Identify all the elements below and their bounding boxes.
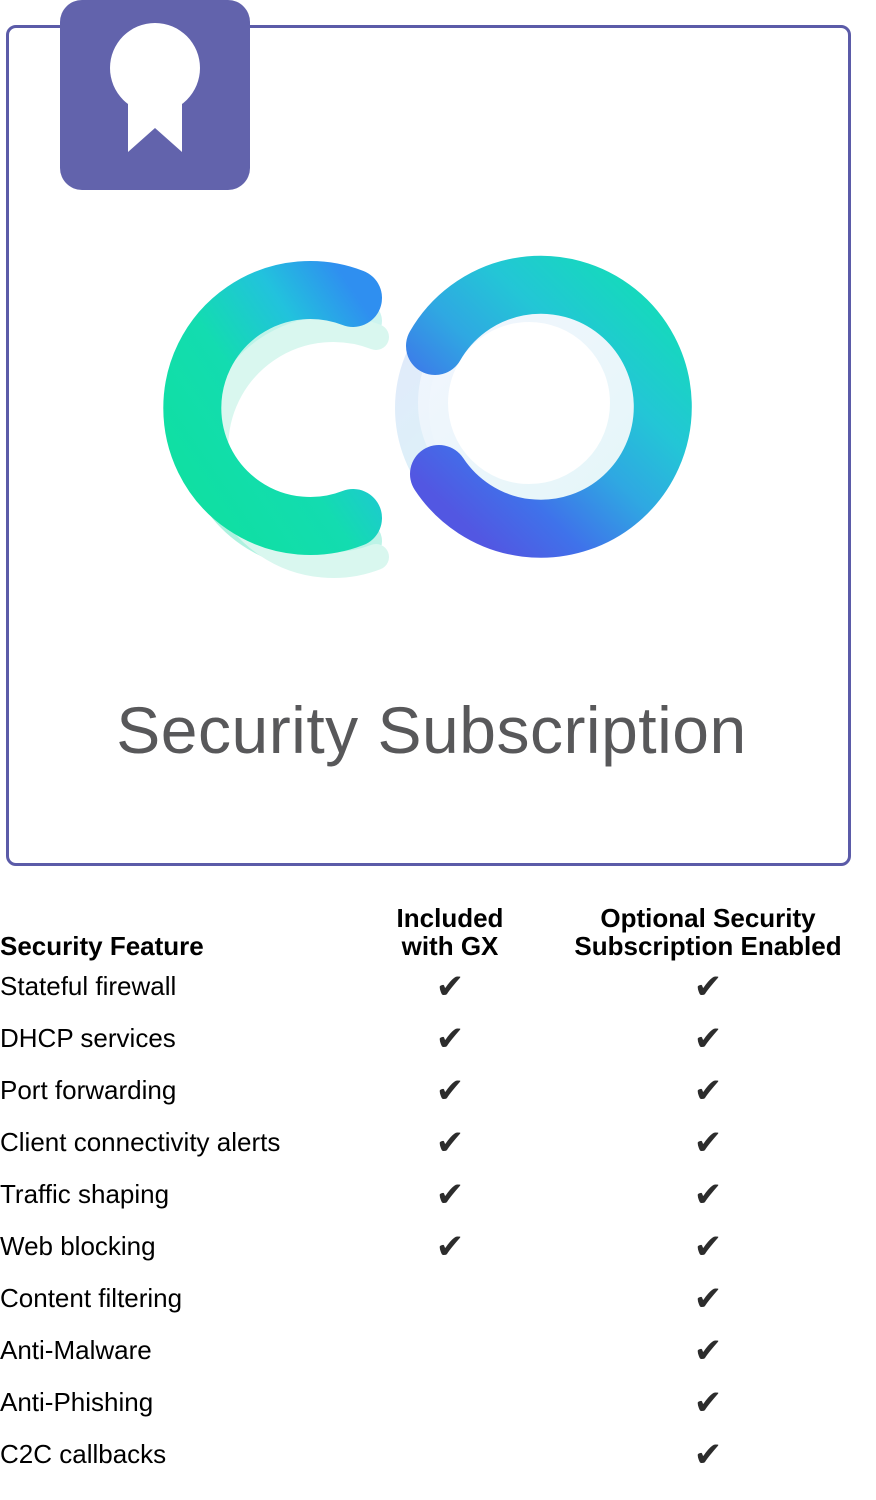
optional-subscription-cell: ✔ [540, 1169, 876, 1221]
included-with-gx-cell [360, 1273, 540, 1325]
checkmark-icon: ✔ [435, 1122, 465, 1163]
column-header-feature: Security Feature [0, 930, 204, 961]
checkmark-icon: ✔ [693, 1018, 723, 1059]
feature-comparison-table: Security Feature Included with GX Option… [0, 903, 876, 1481]
checkmark-icon: ✔ [693, 1434, 723, 1475]
optional-subscription-cell: ✔ [540, 1013, 876, 1065]
checkmark-icon: ✔ [435, 1174, 465, 1215]
feature-name: Port forwarding [0, 1075, 177, 1106]
included-with-gx-cell [360, 1377, 540, 1429]
feature-name: Traffic shaping [0, 1179, 170, 1210]
optional-subscription-cell: ✔ [540, 1377, 876, 1429]
feature-name: DHCP services [0, 1023, 176, 1054]
checkmark-icon: ✔ [693, 1122, 723, 1163]
optional-subscription-cell: ✔ [540, 1429, 876, 1481]
optional-subscription-cell: ✔ [540, 1325, 876, 1377]
included-with-gx-cell: ✔ [360, 1169, 540, 1221]
feature-name: Anti-Phishing [0, 1387, 154, 1418]
feature-name: Stateful firewall [0, 971, 177, 1002]
optional-subscription-cell: ✔ [540, 1221, 876, 1273]
column-header-optional-subscription: Optional Security Subscription Enabled [540, 903, 876, 961]
table-row: Anti-Phishing ✔ [0, 1377, 876, 1429]
feature-name: Anti-Malware [0, 1335, 152, 1366]
feature-name: Web blocking [0, 1231, 156, 1262]
checkmark-icon: ✔ [693, 1070, 723, 1111]
feature-name: C2C callbacks [0, 1439, 167, 1470]
checkmark-icon: ✔ [693, 966, 723, 1007]
table-row: Traffic shaping ✔ ✔ [0, 1169, 876, 1221]
checkmark-icon: ✔ [693, 1382, 723, 1423]
optional-subscription-cell: ✔ [540, 961, 876, 1013]
table-row: Port forwarding ✔ ✔ [0, 1065, 876, 1117]
checkmark-icon: ✔ [435, 1018, 465, 1059]
included-with-gx-cell: ✔ [360, 1117, 540, 1169]
go-logo-icon [139, 223, 759, 623]
optional-subscription-cell: ✔ [540, 1273, 876, 1325]
column-header-sub-line2: Subscription Enabled [574, 930, 842, 961]
column-header-gx-line1: Included [396, 903, 504, 933]
table-row: Web blocking ✔ ✔ [0, 1221, 876, 1273]
table-row: Stateful firewall ✔ ✔ [0, 961, 876, 1013]
column-header-sub-line1: Optional Security [600, 903, 816, 933]
included-with-gx-cell [360, 1429, 540, 1481]
feature-name: Content filtering [0, 1283, 183, 1314]
table-row: Anti-Malware ✔ [0, 1325, 876, 1377]
optional-subscription-cell: ✔ [540, 1065, 876, 1117]
checkmark-icon: ✔ [435, 1070, 465, 1111]
feature-name: Client connectivity alerts [0, 1127, 281, 1158]
checkmark-icon: ✔ [435, 966, 465, 1007]
included-with-gx-cell: ✔ [360, 1221, 540, 1273]
included-with-gx-cell [360, 1325, 540, 1377]
table-header-row: Security Feature Included with GX Option… [0, 903, 876, 961]
checkmark-icon: ✔ [693, 1226, 723, 1267]
table-row: Content filtering ✔ [0, 1273, 876, 1325]
checkmark-icon: ✔ [435, 1226, 465, 1267]
table-row: DHCP services ✔ ✔ [0, 1013, 876, 1065]
table-row: C2C callbacks ✔ [0, 1429, 876, 1481]
checkmark-icon: ✔ [693, 1174, 723, 1215]
table-row: Client connectivity alerts ✔ ✔ [0, 1117, 876, 1169]
included-with-gx-cell: ✔ [360, 1013, 540, 1065]
checkmark-icon: ✔ [693, 1278, 723, 1319]
award-ribbon-icon [60, 0, 250, 190]
included-with-gx-cell: ✔ [360, 961, 540, 1013]
checkmark-icon: ✔ [693, 1330, 723, 1371]
column-header-gx-line2: with GX [401, 930, 499, 961]
included-with-gx-cell: ✔ [360, 1065, 540, 1117]
product-title: Security Subscription [116, 693, 747, 767]
optional-subscription-cell: ✔ [540, 1117, 876, 1169]
column-header-included-with-gx: Included with GX [360, 903, 540, 961]
